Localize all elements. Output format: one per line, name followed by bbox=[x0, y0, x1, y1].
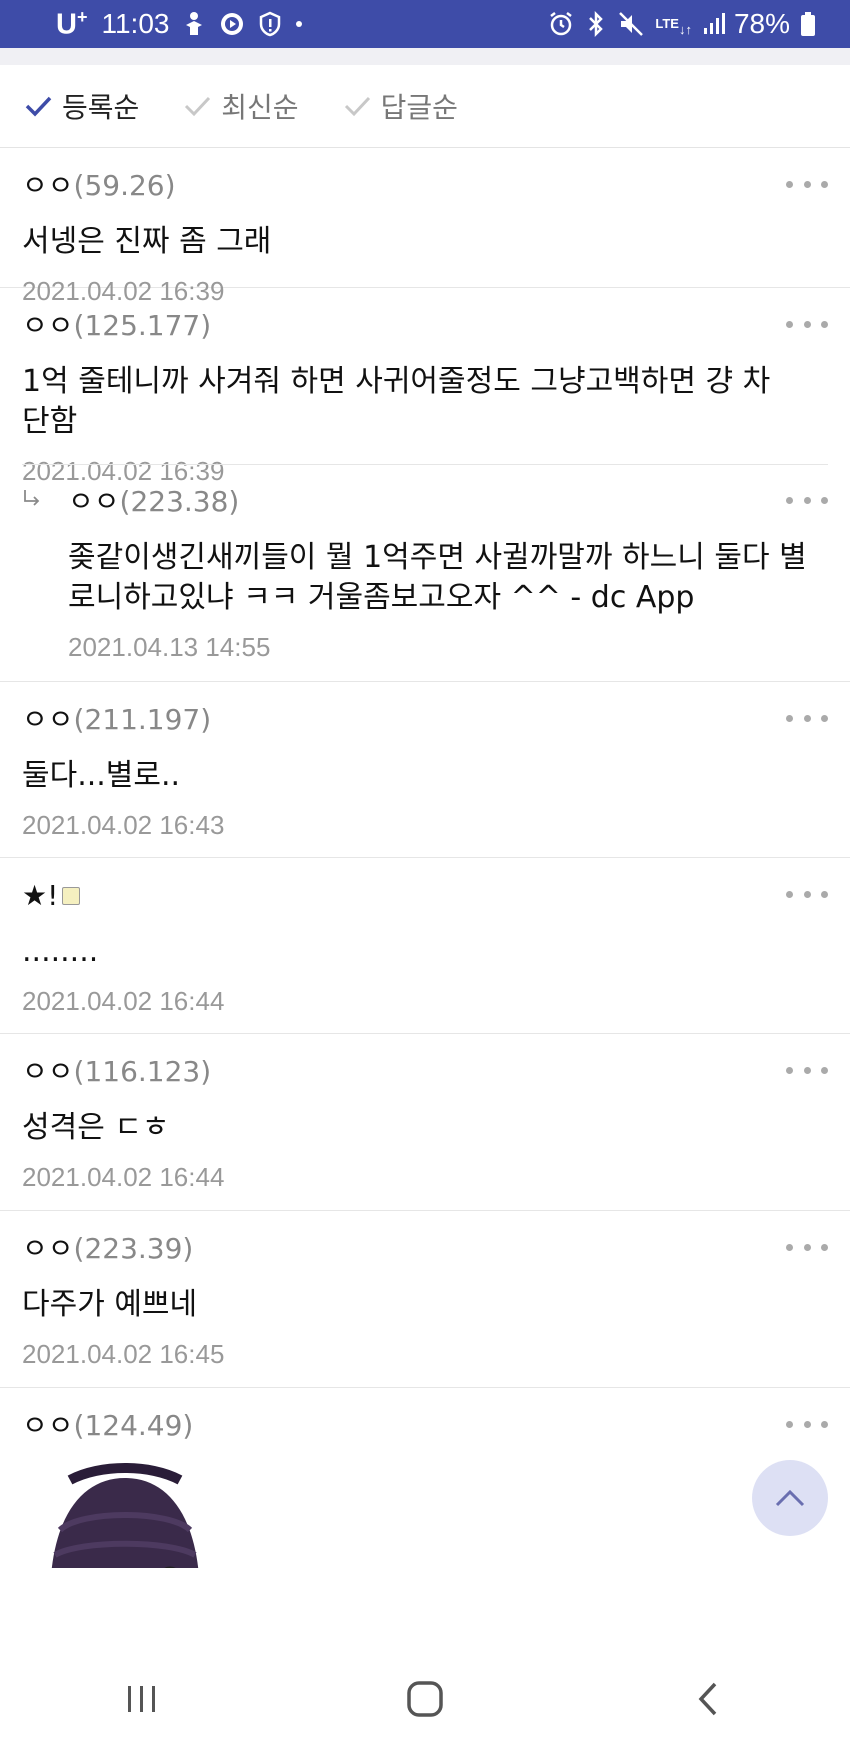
battery-icon bbox=[800, 11, 816, 37]
comment-author[interactable]: ㅇㅇ(116.123) bbox=[22, 1052, 828, 1092]
lte-indicator: LTE ↓↑ bbox=[655, 16, 692, 37]
comment-list: ㅇㅇ(59.26) 서넹은 진짜 좀 그래 2021.04.02 16:39 ㅇ… bbox=[0, 148, 850, 1568]
more-dots-icon[interactable] bbox=[786, 1414, 828, 1434]
sort-option-replies[interactable]: 답글순 bbox=[341, 86, 458, 126]
home-icon bbox=[407, 1681, 443, 1717]
back-icon bbox=[698, 1682, 717, 1716]
comment-text: 1억 줄테니까 사겨줘 하면 사귀어줄정도 그냥고백하면 걍 차단함 bbox=[22, 364, 771, 439]
comment-author[interactable]: ㅇㅇ(59.26) bbox=[22, 166, 828, 206]
comment-text: 둘다...별로.. bbox=[22, 758, 181, 793]
comment-date: 2021.04.02 16:44 bbox=[22, 986, 225, 1016]
comment-date: 2021.04.02 16:43 bbox=[22, 810, 225, 840]
alarm-icon bbox=[547, 10, 575, 38]
user-badge-icon bbox=[62, 887, 81, 905]
comment-text: 성격은 ㄷㅎ bbox=[22, 1110, 170, 1145]
sort-option-label: 최신순 bbox=[221, 91, 299, 124]
comment-item: ㅇㅇ(124.49) bbox=[0, 1388, 850, 1568]
comment-text: 좆같이생긴새끼들이 뭘 1억주면 사귈까말까 하느니 둘다 별로니하고있냐 ㅋㅋ… bbox=[68, 540, 807, 615]
comment-text: 다주가 예쁘네 bbox=[22, 1287, 198, 1322]
media-play-icon bbox=[219, 11, 245, 37]
comment-author[interactable]: ㅇㅇ(211.197) bbox=[22, 700, 828, 740]
sort-option-label: 등록순 bbox=[62, 91, 140, 124]
comment-item: ㅇㅇ(59.26) 서넹은 진짜 좀 그래 2021.04.02 16:39 bbox=[0, 148, 850, 306]
sort-option-registered[interactable]: 등록순 bbox=[22, 86, 139, 126]
reply-item: ㅇㅇ(223.38) 좆같이생긴새끼들이 뭘 1억주면 사귈까말까 하느니 둘다… bbox=[0, 464, 850, 682]
clock: 11:03 bbox=[101, 8, 170, 39]
more-dots-icon[interactable] bbox=[786, 708, 828, 728]
comment-date: 2021.04.02 16:45 bbox=[22, 1339, 225, 1369]
comment-image[interactable] bbox=[40, 1460, 210, 1568]
system-nav-bar bbox=[0, 1650, 850, 1748]
comment-author[interactable]: ㅇㅇ(125.177) bbox=[22, 306, 828, 346]
carrier-label: U+ bbox=[56, 6, 88, 41]
comment-author[interactable]: ㅇㅇ(223.39) bbox=[22, 1229, 828, 1269]
more-dots-icon[interactable] bbox=[786, 1060, 828, 1080]
sort-option-label: 답글순 bbox=[380, 91, 458, 124]
reply-arrow-icon bbox=[22, 486, 42, 514]
more-dots-icon[interactable] bbox=[786, 314, 828, 334]
more-dots-icon[interactable] bbox=[786, 1237, 828, 1257]
check-icon bbox=[185, 96, 211, 117]
back-button[interactable] bbox=[678, 1669, 738, 1729]
comment-date: 2021.04.13 14:55 bbox=[68, 632, 271, 662]
sort-option-latest[interactable]: 최신순 bbox=[181, 86, 299, 126]
accessibility-icon bbox=[183, 11, 205, 37]
bluetooth-icon bbox=[585, 10, 607, 38]
mute-icon bbox=[617, 10, 645, 38]
recent-apps-icon bbox=[127, 1686, 155, 1712]
comment-date: 2021.04.02 16:44 bbox=[22, 1162, 225, 1192]
notification-dot-icon bbox=[295, 20, 303, 28]
top-spacer bbox=[0, 48, 850, 65]
recent-apps-button[interactable] bbox=[112, 1669, 172, 1729]
comment-item: ㅇㅇ(125.177) 1억 줄테니까 사겨줘 하면 사귀어줄정도 그냥고백하면… bbox=[0, 288, 850, 486]
comment-author[interactable]: ㅇㅇ(124.49) bbox=[22, 1406, 828, 1446]
comment-item: ㅇㅇ(211.197) 둘다...별로.. 2021.04.02 16:43 bbox=[0, 682, 850, 858]
more-dots-icon[interactable] bbox=[786, 884, 828, 904]
scroll-to-top-button[interactable] bbox=[752, 1460, 828, 1536]
sort-bar: 등록순 최신순 답글순 bbox=[0, 65, 850, 148]
check-icon bbox=[25, 96, 52, 117]
more-dots-icon[interactable] bbox=[786, 174, 828, 194]
comment-item: ★! ........ 2021.04.02 16:44 bbox=[0, 858, 850, 1034]
home-button[interactable] bbox=[395, 1669, 455, 1729]
comment-author[interactable]: ㅇㅇ(223.38) bbox=[68, 482, 828, 522]
chevron-up-icon bbox=[775, 1489, 805, 1507]
shield-alert-icon bbox=[259, 11, 281, 37]
comment-item: ㅇㅇ(223.39) 다주가 예쁘네 2021.04.02 16:45 bbox=[0, 1211, 850, 1388]
comment-item: ㅇㅇ(116.123) 성격은 ㄷㅎ 2021.04.02 16:44 bbox=[0, 1034, 850, 1211]
check-icon bbox=[344, 96, 370, 117]
battery-level: 78% bbox=[733, 8, 790, 39]
signal-icon bbox=[702, 12, 726, 36]
comment-author[interactable]: ★! bbox=[22, 876, 828, 916]
comment-text: ........ bbox=[22, 934, 99, 969]
more-dots-icon[interactable] bbox=[786, 490, 828, 510]
comment-text: 서넹은 진짜 좀 그래 bbox=[22, 224, 272, 259]
status-bar: U+ 11:03 LTE ↓↑ 78% bbox=[0, 0, 850, 48]
